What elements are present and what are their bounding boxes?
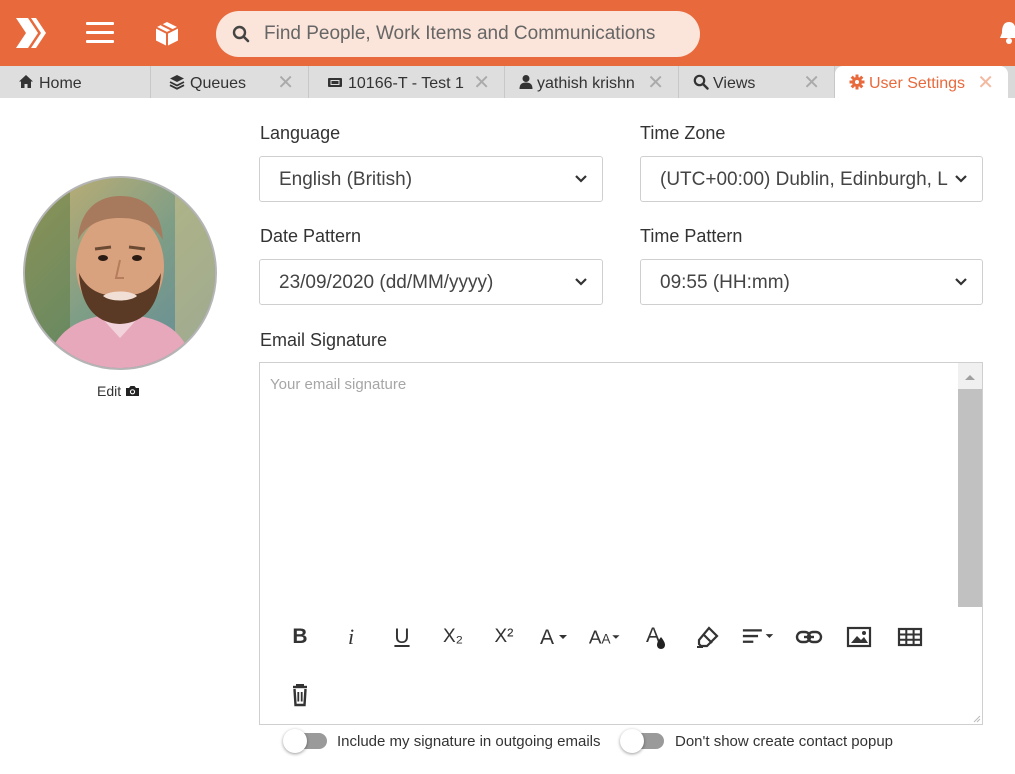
tab-label: Views (713, 75, 756, 92)
include-signature-label: Include my signature in outgoing emails (337, 733, 601, 750)
text-color-icon: A (646, 624, 665, 649)
edit-photo-button[interactable]: Edit (97, 383, 140, 399)
table-icon (897, 627, 923, 647)
align-left-icon (742, 629, 774, 643)
trash-icon (293, 684, 307, 707)
language-select[interactable]: English (British) (259, 156, 603, 202)
email-signature-editor: B i U X₂ X² A AA A (259, 362, 983, 725)
highlighter-icon (697, 626, 719, 648)
date-pattern-select[interactable]: 23/09/2020 (dd/MM/yyyy) (259, 259, 603, 305)
bell-icon[interactable] (998, 20, 1015, 46)
app-logo-icon[interactable] (12, 14, 50, 52)
edit-photo-label: Edit (97, 383, 122, 399)
insert-link-button[interactable] (791, 619, 827, 655)
link-icon (795, 630, 823, 644)
resize-handle-icon[interactable] (973, 715, 981, 723)
tab-home[interactable]: Home (0, 66, 151, 98)
font-family-icon: A (540, 626, 567, 649)
tab-views[interactable]: Views ✕ (679, 66, 835, 98)
subscript-button[interactable]: X₂ (435, 619, 471, 655)
include-signature-toggle[interactable] (283, 729, 327, 753)
close-icon[interactable]: ✕ (977, 66, 994, 98)
align-button[interactable] (741, 619, 777, 655)
insert-table-button[interactable] (892, 619, 928, 655)
highlight-button[interactable] (690, 619, 726, 655)
layers-icon (169, 75, 185, 90)
time-pattern-value: 09:55 (HH:mm) (660, 272, 790, 293)
tab-label: Queues (190, 75, 247, 92)
superscript-button[interactable]: X² (486, 619, 522, 655)
svg-text:A: A (540, 626, 554, 649)
date-pattern-label: Date Pattern (260, 226, 362, 246)
tab-ticket[interactable]: 10166-T - Test 1 ✕ (309, 66, 505, 98)
timezone-select[interactable]: (UTC+00:00) Dublin, Edinburgh, L (640, 156, 983, 202)
time-pattern-select[interactable]: 09:55 (HH:mm) (640, 259, 983, 305)
scrollbar[interactable] (958, 363, 982, 607)
bold-button[interactable]: B (282, 619, 318, 655)
date-pattern-value: 23/09/2020 (dd/MM/yyyy) (279, 272, 494, 293)
scrollbar-thumb[interactable] (958, 389, 982, 607)
text-color-button[interactable]: A (639, 619, 675, 655)
email-signature-label: Email Signature (260, 330, 388, 350)
svg-text:A: A (602, 631, 611, 646)
tab-label: yathish krishn (537, 75, 635, 92)
profile-photo (25, 178, 215, 368)
top-bar (0, 0, 1015, 66)
scroll-up-arrow-icon[interactable] (958, 367, 982, 387)
close-icon[interactable]: ✕ (277, 66, 294, 98)
search-icon (232, 25, 250, 43)
tab-contact[interactable]: yathish krishn ✕ (505, 66, 679, 98)
no-contact-popup-label: Don't show create contact popup (675, 733, 893, 750)
tab-bar: Home Queues ✕ 10166-T - Test 1 ✕ yathish… (0, 66, 1015, 98)
ticket-icon (328, 78, 342, 87)
home-icon (19, 75, 33, 88)
chevron-down-icon (955, 278, 967, 286)
italic-button[interactable]: i (333, 619, 369, 655)
chevron-down-icon (575, 175, 587, 183)
svg-text:A: A (589, 627, 602, 648)
tab-label: User Settings (869, 75, 966, 92)
search-icon (693, 74, 709, 90)
menu-icon[interactable] (86, 22, 114, 46)
cube-icon[interactable] (152, 19, 182, 49)
underline-button[interactable]: U (384, 619, 420, 655)
no-contact-popup-toggle[interactable] (620, 729, 664, 753)
avatar (23, 176, 217, 370)
close-icon[interactable]: ✕ (803, 66, 820, 98)
insert-image-button[interactable] (841, 619, 877, 655)
clear-button[interactable] (282, 677, 318, 713)
email-signature-input[interactable] (260, 363, 957, 607)
camera-icon (126, 386, 140, 396)
tab-label: Home (39, 75, 82, 92)
time-pattern-label: Time Pattern (640, 226, 743, 246)
search-input[interactable] (264, 11, 684, 57)
user-icon (519, 75, 533, 89)
close-icon[interactable]: ✕ (647, 66, 664, 98)
gear-icon (849, 74, 865, 90)
chevron-down-icon (575, 278, 587, 286)
tab-user-settings[interactable]: User Settings ✕ (835, 66, 1008, 98)
image-icon (846, 626, 872, 648)
tab-label: 10166-T - Test 1 (348, 75, 464, 92)
font-size-button[interactable]: AA (588, 619, 624, 655)
font-family-button[interactable]: A (537, 619, 573, 655)
tab-queues[interactable]: Queues ✕ (151, 66, 309, 98)
font-size-icon: AA (589, 627, 620, 648)
timezone-label: Time Zone (640, 123, 726, 143)
global-search[interactable] (216, 11, 700, 57)
chevron-down-icon (955, 175, 967, 183)
close-icon[interactable]: ✕ (473, 66, 490, 98)
language-label: Language (260, 123, 341, 143)
language-value: English (British) (279, 169, 413, 190)
timezone-value: (UTC+00:00) Dublin, Edinburgh, L (660, 169, 948, 190)
